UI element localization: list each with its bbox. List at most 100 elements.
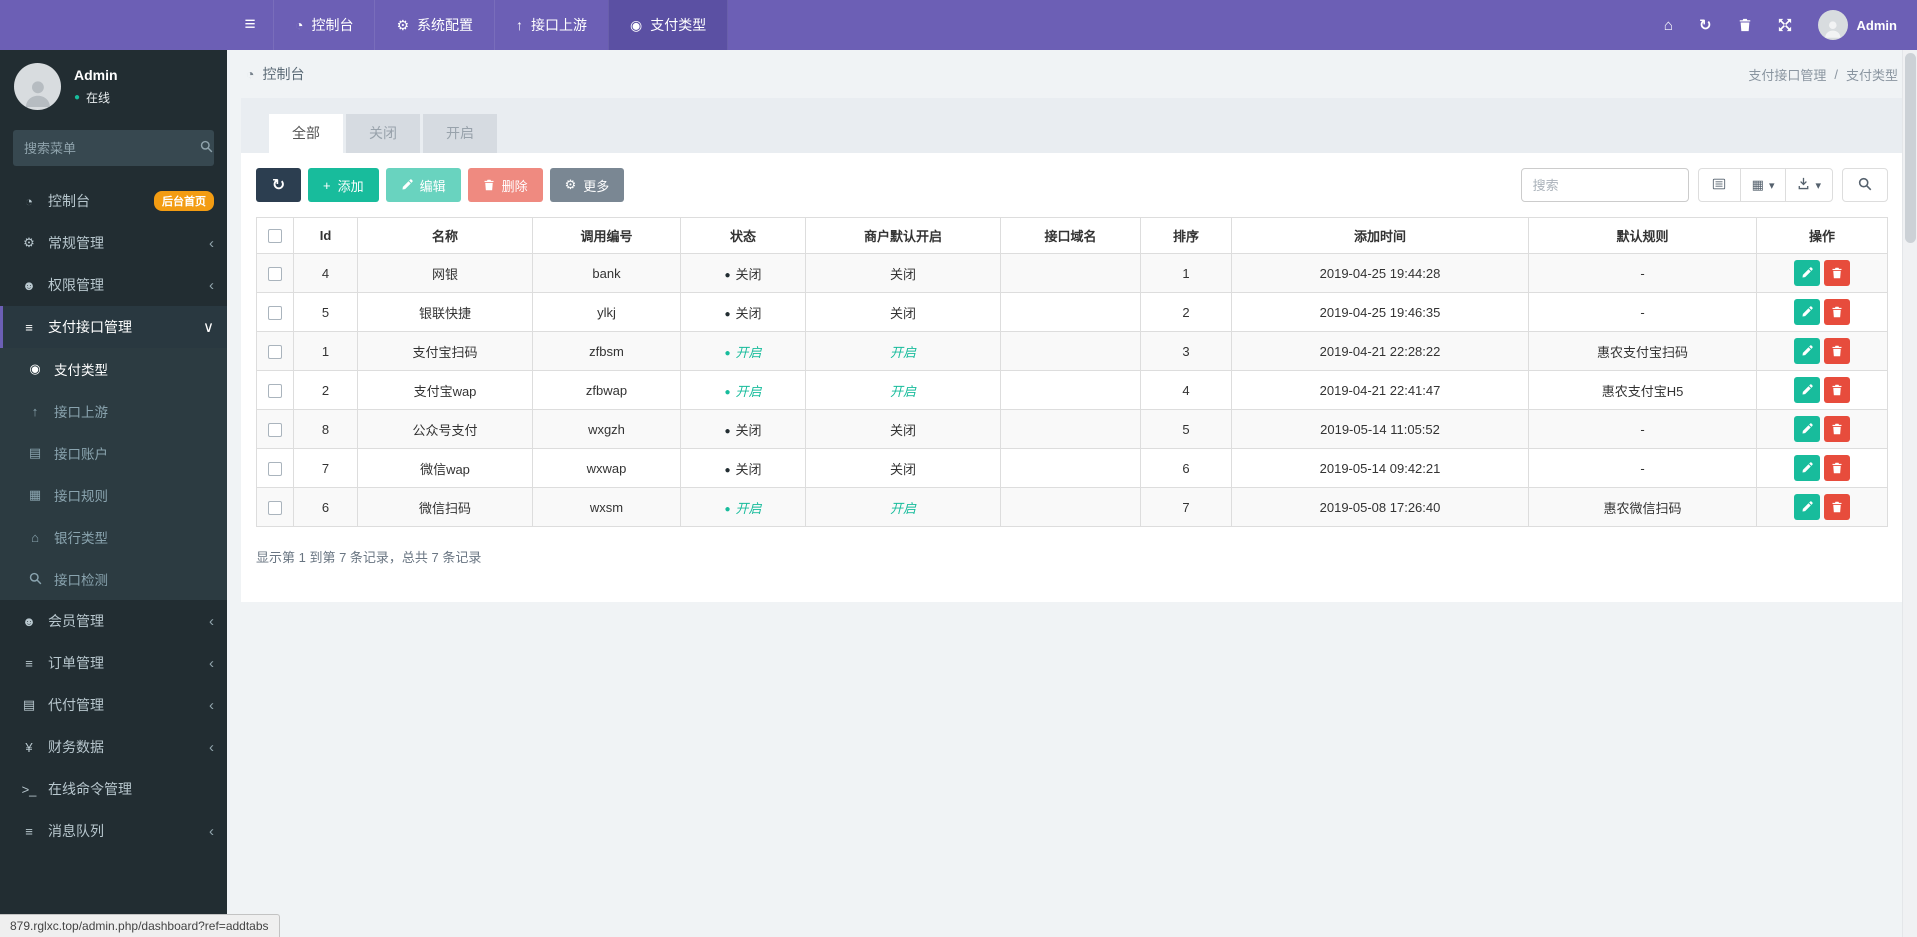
toolbar: ↻ +添加 编辑 删除 ⚙更多 ▦▾ ▾ bbox=[256, 168, 1888, 202]
pay-circle-icon: ◉ bbox=[630, 16, 643, 33]
status-label: 开启 bbox=[735, 383, 762, 399]
row-delete-button[interactable] bbox=[1824, 416, 1850, 442]
plus-icon: + bbox=[323, 177, 331, 193]
row-edit-button[interactable] bbox=[1794, 299, 1820, 325]
id-cell: 1 bbox=[293, 331, 358, 371]
sidebar-item-interface-account[interactable]: ▤ 接口账户 bbox=[0, 432, 227, 474]
row-edit-button[interactable] bbox=[1794, 455, 1820, 481]
sidebar-item-message-queue[interactable]: ≡ 消息队列 ‹ bbox=[0, 810, 227, 852]
navbar-item-pay-type[interactable]: ◉ 支付类型 bbox=[608, 0, 729, 50]
sidebar-item-interface-rule[interactable]: ▦ 接口规则 bbox=[0, 474, 227, 516]
navbar-item-label: 接口上游 bbox=[531, 17, 588, 33]
column-header: 接口域名 bbox=[1000, 217, 1141, 254]
row-edit-button[interactable] bbox=[1794, 494, 1820, 520]
toggle-view-button[interactable] bbox=[1697, 168, 1741, 202]
time-cell: 2019-04-21 22:28:22 bbox=[1231, 331, 1529, 371]
chevron-left-icon: ‹ bbox=[209, 234, 214, 252]
menu-search-input[interactable] bbox=[24, 140, 200, 156]
sidebar-item-pay-type[interactable]: ◉ 支付类型 bbox=[0, 348, 227, 390]
sidebar-item-interface-check[interactable]: 接口检测 bbox=[0, 558, 227, 600]
add-button[interactable]: + 添加 bbox=[308, 168, 379, 202]
sidebar-item-payment-interface[interactable]: ≡ 支付接口管理 ∨ bbox=[0, 306, 227, 348]
sidebar-submenu: ◉ 支付类型 ↑ 接口上游 ▤ 接口账户 ▦ 接口规则 ⌂ 银行类型 接口检测 bbox=[0, 348, 227, 600]
sidebar-item-dashboard[interactable]: ◔ 控制台 后台首页 bbox=[0, 180, 227, 222]
trash-icon bbox=[483, 179, 495, 191]
chevron-left-icon: ‹ bbox=[209, 696, 214, 714]
row-checkbox[interactable] bbox=[268, 383, 282, 398]
tab-closed[interactable]: 关闭 bbox=[346, 114, 420, 153]
select-all-checkbox[interactable] bbox=[268, 229, 282, 244]
navbar-item-system-config[interactable]: ⚙ 系统配置 bbox=[374, 0, 494, 50]
home-icon[interactable]: ⌂ bbox=[1664, 17, 1673, 34]
merchant-default-cell: 关闭 bbox=[805, 448, 1001, 488]
navbar-item-dashboard[interactable]: ◔ 控制台 bbox=[273, 0, 374, 50]
sidebar-item-label: 常规管理 bbox=[48, 235, 104, 251]
refresh-icon: ↻ bbox=[271, 177, 286, 194]
row-checkbox[interactable] bbox=[268, 500, 282, 515]
row-delete-button[interactable] bbox=[1824, 494, 1850, 520]
tab-all[interactable]: 全部 bbox=[269, 114, 343, 153]
status-dot-icon: ● bbox=[724, 503, 731, 515]
search-input[interactable] bbox=[1520, 168, 1689, 202]
export-button[interactable]: ▾ bbox=[1785, 168, 1833, 202]
filter-tabs: 全部 关闭 开启 bbox=[241, 98, 1903, 153]
checkbox-cell bbox=[256, 331, 294, 371]
user-menu[interactable]: Admin bbox=[1817, 10, 1897, 40]
sidebar-item-auth[interactable]: ☻ 权限管理 ‹ bbox=[0, 264, 227, 306]
sidebar-item-online-command[interactable]: >_ 在线命令管理 bbox=[0, 768, 227, 810]
row-edit-button[interactable] bbox=[1794, 260, 1820, 286]
tab-open[interactable]: 开启 bbox=[423, 114, 497, 153]
status-dot-icon: ● bbox=[724, 464, 731, 476]
row-edit-button[interactable] bbox=[1794, 416, 1820, 442]
scrollbar-thumb[interactable] bbox=[1904, 53, 1916, 243]
refresh-button[interactable]: ↻ bbox=[256, 168, 301, 202]
more-button[interactable]: ⚙ 更多 bbox=[549, 168, 625, 202]
delete-button[interactable]: 删除 bbox=[467, 168, 543, 202]
row-edit-button[interactable] bbox=[1794, 377, 1820, 403]
sidebar-item-order[interactable]: ≡ 订单管理 ‹ bbox=[0, 642, 227, 684]
columns-button[interactable]: ▦ ▾ bbox=[1739, 168, 1787, 202]
arrow-up-icon: ↑ bbox=[31, 403, 39, 419]
table-row: 8 公众号支付 wxgzh ● 关闭 关闭 5 2019-05-14 11:05:52- bbox=[256, 409, 1888, 449]
sidebar-item-payout[interactable]: ▤ 代付管理 ‹ bbox=[0, 684, 227, 726]
name-cell: 银联快捷 bbox=[357, 292, 533, 332]
scrollbar-track[interactable] bbox=[1902, 50, 1917, 937]
refresh-icon[interactable]: ↻ bbox=[1699, 16, 1712, 34]
ops-cell bbox=[1756, 409, 1888, 449]
row-delete-button[interactable] bbox=[1824, 299, 1850, 325]
caret-down-icon: ▾ bbox=[1815, 179, 1821, 192]
status-label: 关闭 bbox=[735, 305, 762, 321]
expand-icon[interactable] bbox=[1778, 18, 1792, 32]
online-status: ● 在线 bbox=[74, 89, 118, 106]
address-book-icon: ▤ bbox=[28, 445, 42, 460]
row-delete-button[interactable] bbox=[1824, 260, 1850, 286]
row-edit-button[interactable] bbox=[1794, 338, 1820, 364]
sidebar-item-interface-upstream[interactable]: ↑ 接口上游 bbox=[0, 390, 227, 432]
status-label: 关闭 bbox=[735, 461, 762, 477]
search-icon bbox=[23, 572, 47, 587]
table-search-button[interactable] bbox=[1842, 168, 1888, 202]
users-icon: ☻ bbox=[22, 613, 36, 629]
row-checkbox[interactable] bbox=[268, 461, 282, 476]
sidebar-item-general[interactable]: ⚙ 常规管理 ‹ bbox=[0, 222, 227, 264]
row-checkbox[interactable] bbox=[268, 344, 282, 359]
column-header: 操作 bbox=[1756, 217, 1888, 254]
sidebar-item-member[interactable]: ☻ 会员管理 ‹ bbox=[0, 600, 227, 642]
row-delete-button[interactable] bbox=[1824, 377, 1850, 403]
status-cell: ● 关闭 bbox=[680, 448, 806, 488]
row-checkbox[interactable] bbox=[268, 266, 282, 281]
navbar-item-interface-upstream[interactable]: ↑ 接口上游 bbox=[494, 0, 608, 50]
row-delete-button[interactable] bbox=[1824, 338, 1850, 364]
row-delete-button[interactable] bbox=[1824, 455, 1850, 481]
pay-circle-icon: ◉ bbox=[29, 361, 41, 376]
trash-icon[interactable] bbox=[1738, 18, 1752, 32]
row-checkbox[interactable] bbox=[268, 422, 282, 437]
sidebar-item-finance[interactable]: ¥ 财务数据 ‹ bbox=[0, 726, 227, 768]
navbar-item-label: 控制台 bbox=[311, 17, 354, 33]
edit-button[interactable]: 编辑 bbox=[385, 168, 461, 202]
hamburger-icon[interactable]: ≡ bbox=[227, 0, 273, 50]
sidebar-item-bank-type[interactable]: ⌂ 银行类型 bbox=[0, 516, 227, 558]
table-row: 1 支付宝扫码 zfbsm ● 开启 开启 3 2019-04-21 22:28:22 惠农支付… bbox=[256, 331, 1888, 371]
search-icon[interactable] bbox=[200, 140, 213, 156]
row-checkbox[interactable] bbox=[268, 305, 282, 320]
